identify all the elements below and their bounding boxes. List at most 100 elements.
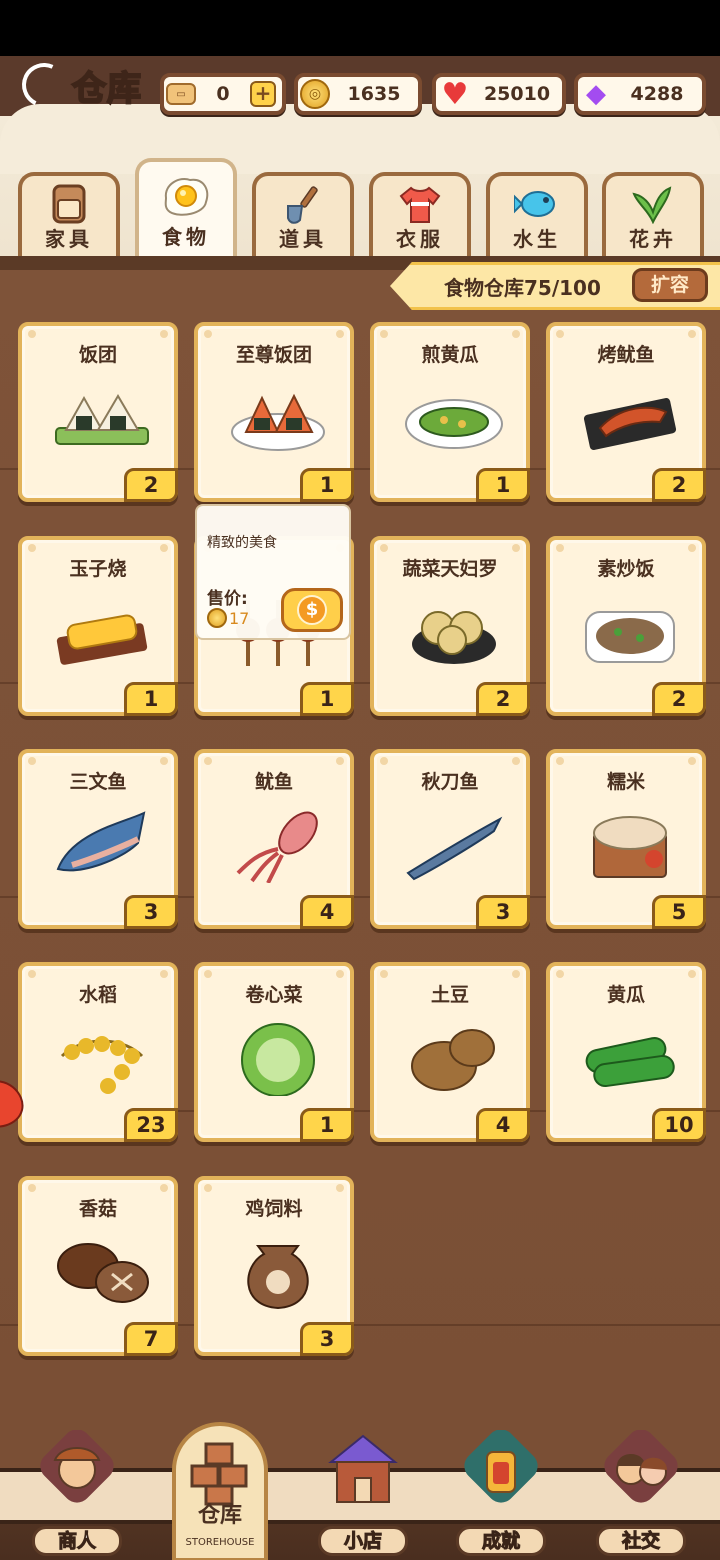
sell-button[interactable]: $	[281, 588, 343, 632]
item-card-squid[interactable]: 鱿鱼 4	[194, 749, 354, 929]
item-count-badge: 5	[652, 895, 706, 929]
coin-icon: ◎	[300, 79, 330, 109]
shovel-icon	[287, 186, 318, 224]
item-count-badge: 1	[476, 468, 530, 502]
rice-ball-icon	[55, 394, 149, 445]
fish-icon	[514, 191, 555, 217]
gem-icon: ◆	[586, 79, 606, 109]
item-count-badge: 1	[300, 1108, 354, 1142]
item-card-shiitake[interactable]: 香菇 7	[18, 1176, 178, 1356]
item-card-supreme-rice-ball[interactable]: 至尊饭团 1	[194, 322, 354, 502]
coin-counter: ◎ 1635	[294, 73, 422, 115]
side-fish-icon[interactable]	[0, 1074, 36, 1134]
heart-icon: ♥	[441, 76, 469, 112]
grilled-squid-icon	[583, 397, 677, 451]
nav-storehouse[interactable]: 仓库 STOREHOUSE	[172, 1422, 282, 1560]
item-name: 三文鱼	[69, 771, 127, 793]
nav-social[interactable]: 社交	[586, 1430, 696, 1560]
item-card-chicken-feed[interactable]: 鸡饲料 3	[194, 1176, 354, 1356]
squid-icon	[236, 811, 318, 883]
nav-merchant[interactable]: 商人	[22, 1430, 132, 1560]
storehouse-icon	[190, 1442, 248, 1506]
item-card-cucumber[interactable]: 黄瓜 10	[546, 962, 706, 1142]
item-card-salmon[interactable]: 三文鱼 3	[18, 749, 178, 929]
page-title: 仓库	[15, 56, 142, 114]
item-tooltip: 精致的美食 售价: 17 $	[195, 504, 351, 640]
item-name: 鱿鱼	[254, 771, 293, 793]
status-bar	[0, 0, 720, 56]
item-card-saury[interactable]: 秋刀鱼 3	[370, 749, 530, 929]
merchant-icon	[40, 1430, 114, 1503]
tooltip-description: 精致的美食	[207, 535, 277, 551]
item-count-badge: 3	[476, 895, 530, 929]
item-name: 蔬菜天妇罗	[402, 558, 498, 580]
item-count-badge: 2	[476, 682, 530, 716]
item-count-badge: 2	[652, 682, 706, 716]
shirt-icon	[399, 186, 441, 223]
social-icon	[604, 1430, 678, 1503]
item-card-rice-ball[interactable]: 饭团 2	[18, 322, 178, 502]
fried-cucumber-icon	[405, 399, 503, 449]
tamagoyaki-icon	[56, 614, 148, 665]
nav-shop[interactable]: 小店	[308, 1430, 418, 1560]
achievement-icon	[464, 1430, 538, 1503]
item-card-tamagoyaki[interactable]: 玉子烧 1	[18, 536, 178, 716]
expand-capacity-button[interactable]: 扩容	[632, 268, 708, 302]
cucumber-icon	[585, 1036, 675, 1088]
nav-achievement[interactable]: 成就	[446, 1430, 556, 1560]
veggie-fried-rice-icon	[585, 611, 675, 663]
item-count-badge: 10	[652, 1108, 706, 1142]
item-card-vegetable-tempura[interactable]: 蔬菜天妇罗 2	[370, 536, 530, 716]
item-count-badge: 1	[300, 682, 354, 716]
item-name: 水稻	[78, 984, 117, 1006]
vegetable-tempura-icon	[412, 611, 496, 664]
item-name: 黄瓜	[606, 984, 645, 1006]
item-card-glutinous-rice[interactable]: 糯米 5	[546, 749, 706, 929]
item-card-potato[interactable]: 土豆 4	[370, 962, 530, 1142]
item-count-badge: 2	[652, 468, 706, 502]
tab-flowers[interactable]: 花卉	[602, 172, 704, 256]
tab-furniture[interactable]: 家具	[18, 172, 120, 256]
ticket-counter: ▭ 0 +	[160, 73, 286, 115]
item-name: 鸡饲料	[245, 1198, 303, 1220]
rice-plant-icon	[60, 1036, 144, 1094]
item-card-fried-cucumber[interactable]: 煎黄瓜 1	[370, 322, 530, 502]
tab-tools[interactable]: 道具	[252, 172, 354, 256]
glutinous-rice-icon	[593, 816, 667, 878]
cabinet-icon	[52, 184, 86, 224]
dollar-icon: $	[297, 595, 327, 625]
item-card-veggie-fried-rice[interactable]: 素炒饭 2	[546, 536, 706, 716]
item-count-badge: 3	[300, 1322, 354, 1356]
shop-icon	[328, 1434, 398, 1503]
salmon-icon	[56, 811, 146, 872]
shiitake-icon	[57, 1243, 149, 1303]
item-count-badge: 4	[476, 1108, 530, 1142]
add-ticket-button[interactable]: +	[250, 81, 276, 107]
item-card-cabbage[interactable]: 卷心菜 1	[194, 962, 354, 1142]
item-name: 玉子烧	[69, 558, 127, 580]
tab-aquatic[interactable]: 水生	[486, 172, 588, 256]
plant-icon	[632, 186, 672, 224]
price-label: 售价:	[207, 589, 248, 609]
gem-counter: ◆ 4288	[574, 73, 706, 115]
item-name: 土豆	[430, 984, 469, 1006]
item-name: 香菇	[78, 1198, 117, 1220]
ticket-icon: ▭	[166, 83, 196, 105]
tab-clothes[interactable]: 衣服	[369, 172, 471, 256]
item-count-badge: 1	[124, 682, 178, 716]
swirl-logo-icon	[15, 56, 73, 114]
item-name: 煎黄瓜	[421, 344, 479, 366]
item-card-grilled-squid[interactable]: 烤鱿鱼 2	[546, 322, 706, 502]
supreme-rice-ball-icon	[231, 393, 325, 451]
item-name: 卷心菜	[245, 984, 303, 1006]
chicken-feed-icon	[247, 1245, 309, 1310]
item-name: 秋刀鱼	[421, 771, 479, 793]
item-count-badge: 2	[124, 468, 178, 502]
item-name: 烤鱿鱼	[597, 344, 655, 366]
item-card-rice-plant[interactable]: 水稻 23	[18, 962, 178, 1142]
heart-counter: ♥ 25010	[432, 73, 566, 115]
item-name: 素炒饭	[597, 558, 655, 580]
potato-icon	[411, 1029, 495, 1091]
cabbage-icon	[241, 1023, 315, 1096]
tab-food[interactable]: 食物	[135, 158, 237, 256]
